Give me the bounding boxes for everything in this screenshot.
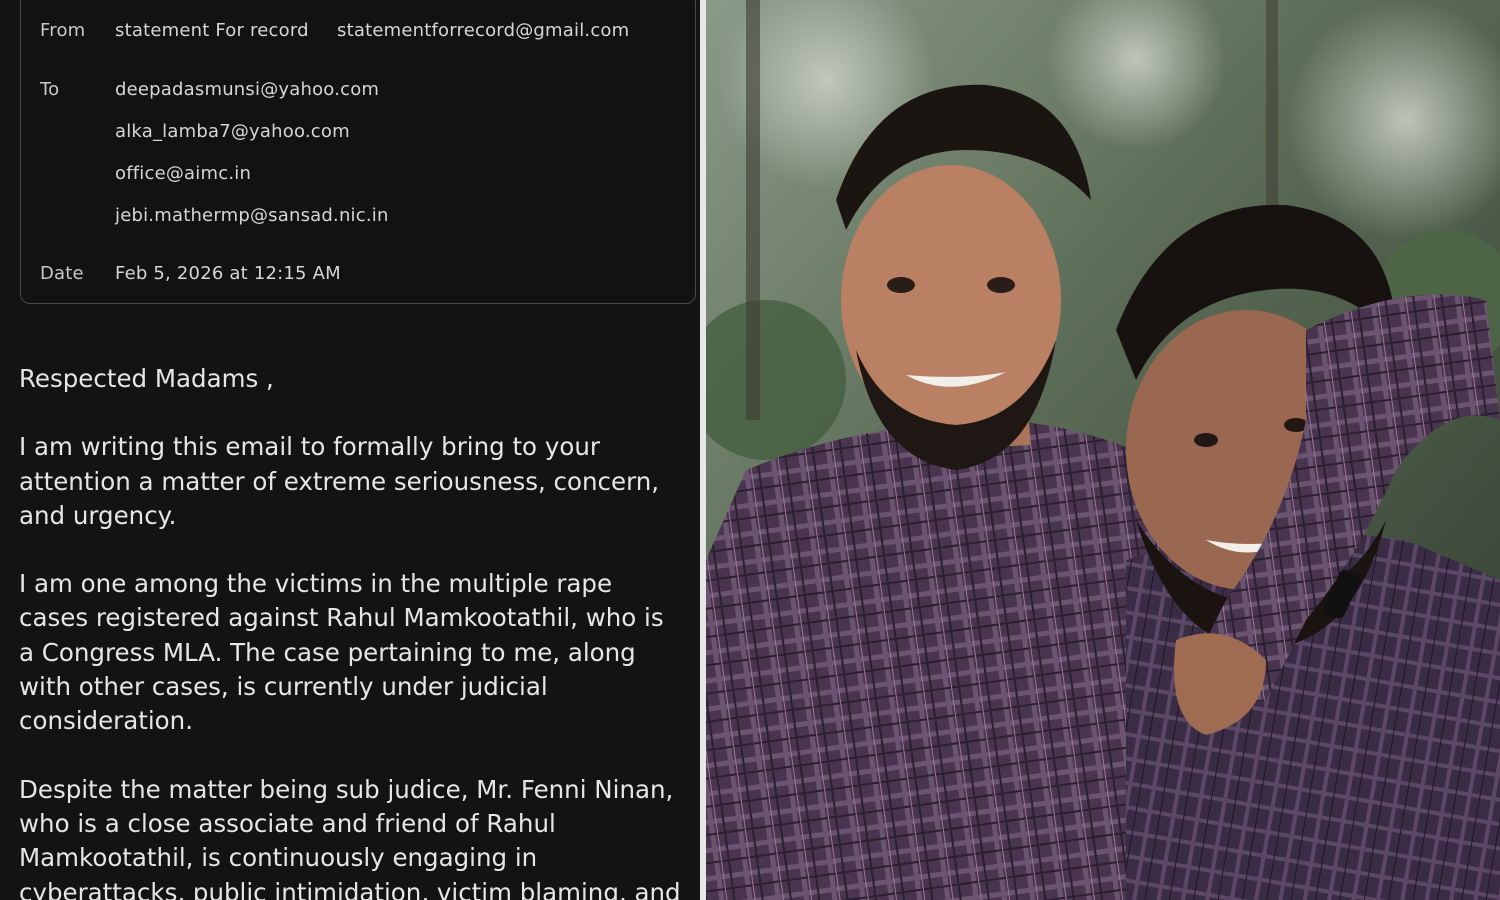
to-address[interactable]: office@aimc.in: [115, 163, 251, 184]
date-value: Feb 5, 2026 at 12:15 AM: [115, 263, 341, 284]
body-paragraph-1: I am writing this email to formally brin…: [19, 432, 660, 530]
to-address[interactable]: deepadasmunsi@yahoo.com: [115, 79, 379, 100]
email-panel: From statement For record statementforre…: [0, 0, 705, 900]
from-label: From: [40, 20, 86, 41]
greeting: Respected Madams ,: [19, 364, 274, 393]
body-paragraph-2: I am one among the victims in the multip…: [19, 569, 664, 736]
to-address[interactable]: alka_lamba7@yahoo.com: [115, 121, 350, 142]
date-label: Date: [40, 263, 84, 284]
email-body: Respected Madams , I am writing this ema…: [19, 362, 699, 900]
from-name[interactable]: statement For record: [115, 20, 309, 41]
photo: [706, 0, 1500, 900]
body-paragraph-3: Despite the matter being sub judice, Mr.…: [19, 774, 681, 900]
to-address[interactable]: jebi.mathermp@sansad.nic.in: [115, 205, 389, 226]
to-label: To: [40, 79, 60, 100]
men-photo-image: [706, 0, 1500, 900]
from-address[interactable]: statementforrecord@gmail.com: [337, 20, 629, 41]
email-header: From statement For record statementforre…: [20, 0, 696, 304]
